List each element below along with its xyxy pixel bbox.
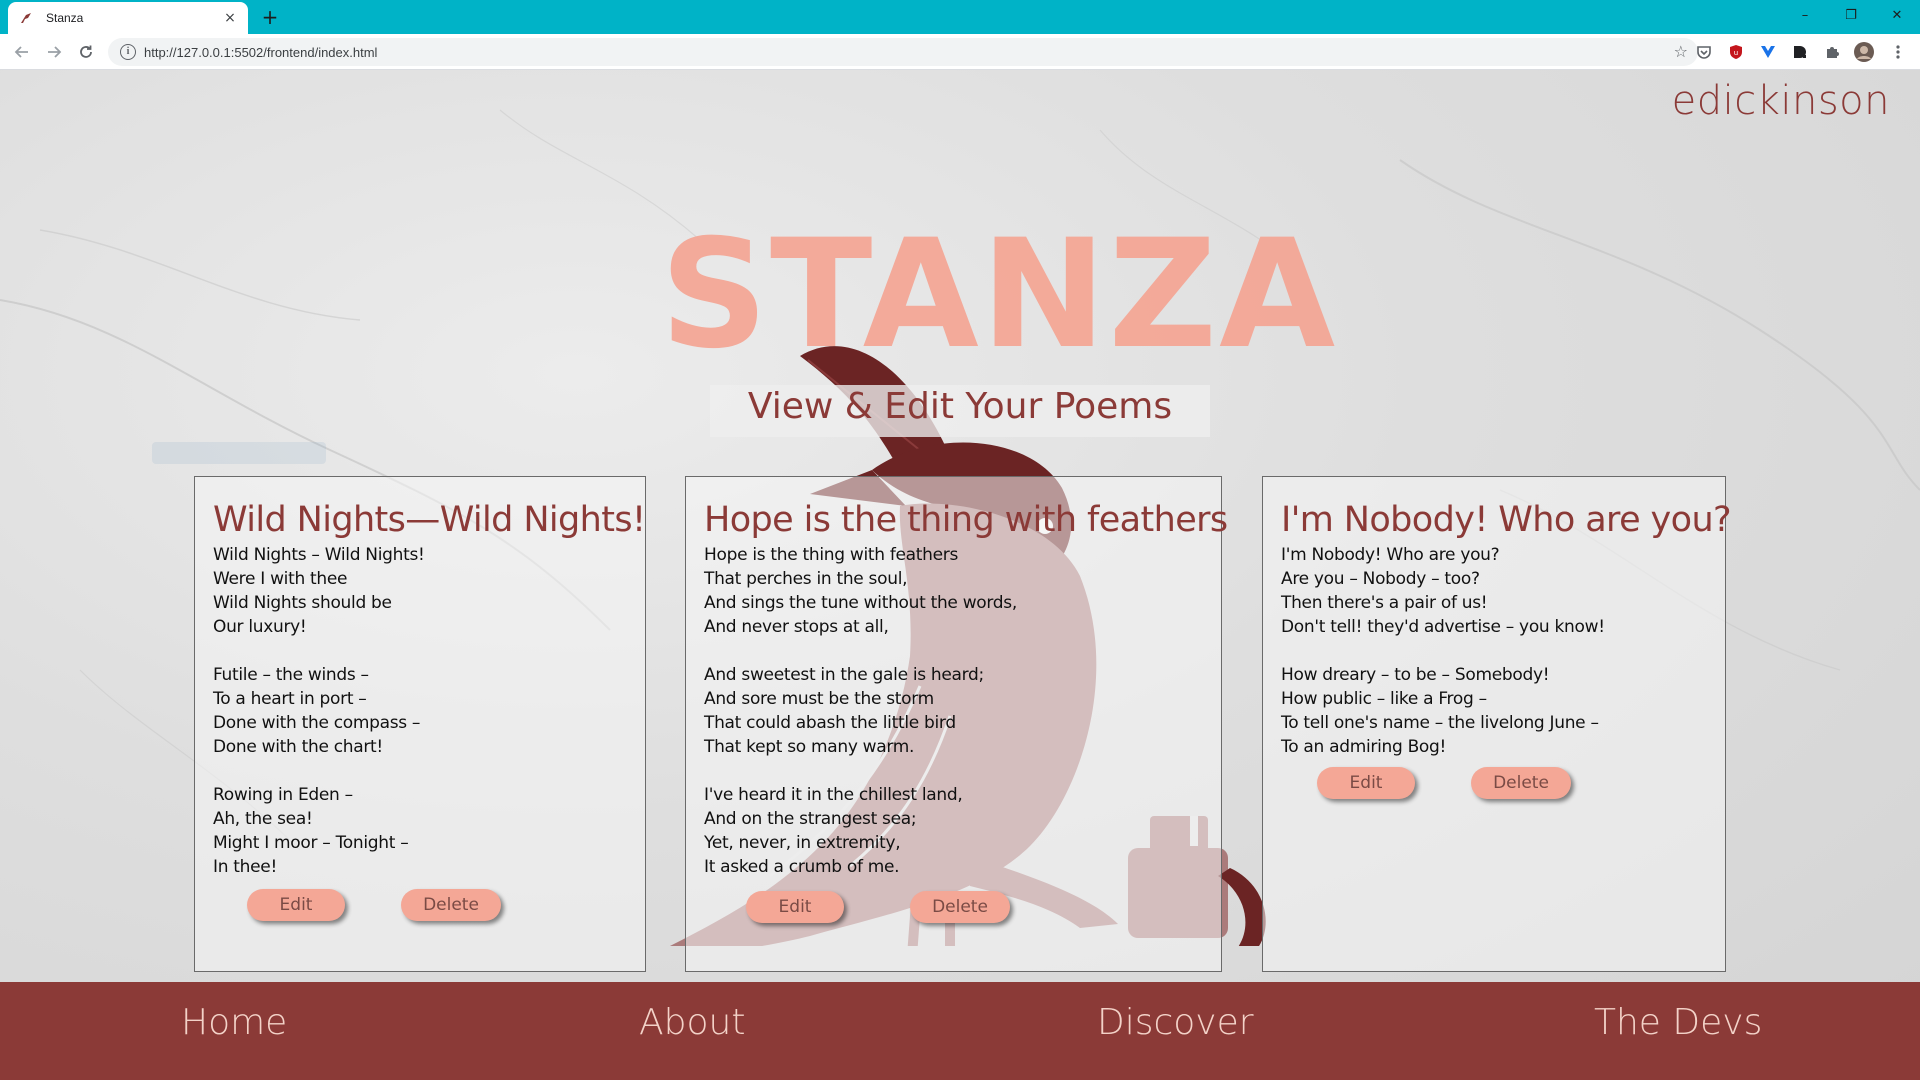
delete-poem-button[interactable]: Delete bbox=[1471, 767, 1571, 799]
browser-toolbar: i http://127.0.0.1:5502/frontend/index.h… bbox=[0, 34, 1920, 70]
footer-nav: Home About Discover The Devs bbox=[0, 982, 1920, 1080]
stanza-favicon-icon bbox=[18, 10, 34, 26]
browser-tab-stanza[interactable]: Stanza × bbox=[8, 2, 248, 34]
stanza-logo: STANZA bbox=[660, 208, 1338, 382]
username[interactable]: edickinson bbox=[1672, 78, 1890, 124]
stanza-page: edickinson STANZA View & Edit Your Poems… bbox=[0, 70, 1920, 1080]
vue-devtools-icon[interactable] bbox=[1758, 42, 1778, 62]
poem-title: I'm Nobody! Who are you? bbox=[1281, 500, 1732, 540]
poem-title: Wild Nights—Wild Nights! bbox=[213, 500, 646, 540]
svg-text:u: u bbox=[1734, 49, 1738, 57]
pocket-icon[interactable] bbox=[1694, 42, 1714, 62]
url-text: http://127.0.0.1:5502/frontend/index.htm… bbox=[144, 44, 378, 60]
forward-icon[interactable] bbox=[42, 40, 66, 64]
tab-close-icon[interactable]: × bbox=[222, 10, 238, 26]
browser-menu-icon[interactable] bbox=[1888, 42, 1908, 62]
restore-icon[interactable]: ❐ bbox=[1828, 0, 1874, 30]
ublock-shield-icon[interactable]: u bbox=[1726, 42, 1746, 62]
close-window-icon[interactable]: ✕ bbox=[1874, 0, 1920, 30]
address-bar[interactable]: i http://127.0.0.1:5502/frontend/index.h… bbox=[108, 38, 1698, 66]
poem-body: Hope is the thing with feathers That per… bbox=[704, 545, 1017, 877]
poem-card: Hope is the thing with feathers Hope is … bbox=[685, 476, 1228, 972]
edit-poem-button[interactable]: Edit bbox=[1317, 767, 1415, 799]
footer-link-about[interactable]: About bbox=[639, 1002, 745, 1043]
footer-link-home[interactable]: Home bbox=[181, 1002, 287, 1043]
tab-title: Stanza bbox=[46, 11, 84, 25]
browser-tab-strip: Stanza × + – ❐ ✕ bbox=[0, 0, 1920, 34]
delete-poem-button[interactable]: Delete bbox=[401, 889, 501, 921]
poem-card: Wild Nights—Wild Nights! Wild Nights – W… bbox=[194, 476, 646, 972]
poem-title: Hope is the thing with feathers bbox=[704, 500, 1228, 540]
poem-card: I'm Nobody! Who are you? I'm Nobody! Who… bbox=[1262, 476, 1732, 972]
dashlane-icon[interactable] bbox=[1790, 42, 1810, 62]
delete-poem-button[interactable]: Delete bbox=[910, 891, 1010, 923]
poem-body: Wild Nights – Wild Nights! Were I with t… bbox=[213, 545, 425, 877]
reload-icon[interactable] bbox=[74, 40, 98, 64]
edit-poem-button[interactable]: Edit bbox=[746, 891, 844, 923]
footer-link-the-devs[interactable]: The Devs bbox=[1594, 1002, 1762, 1043]
back-icon[interactable] bbox=[10, 40, 34, 64]
footer-link-discover[interactable]: Discover bbox=[1097, 1002, 1254, 1043]
poem-body: I'm Nobody! Who are you? Are you – Nobod… bbox=[1281, 545, 1605, 757]
minimize-icon[interactable]: – bbox=[1782, 0, 1828, 30]
edit-poem-button[interactable]: Edit bbox=[247, 889, 345, 921]
profile-avatar[interactable] bbox=[1854, 42, 1874, 62]
new-tab-icon[interactable]: + bbox=[258, 5, 282, 29]
ghost-overlay bbox=[152, 442, 326, 464]
extensions-puzzle-icon[interactable] bbox=[1822, 42, 1842, 62]
site-info-icon[interactable]: i bbox=[120, 44, 136, 60]
bookmark-star-icon[interactable]: ☆ bbox=[1674, 42, 1688, 61]
page-subtitle: View & Edit Your Poems bbox=[747, 386, 1173, 427]
